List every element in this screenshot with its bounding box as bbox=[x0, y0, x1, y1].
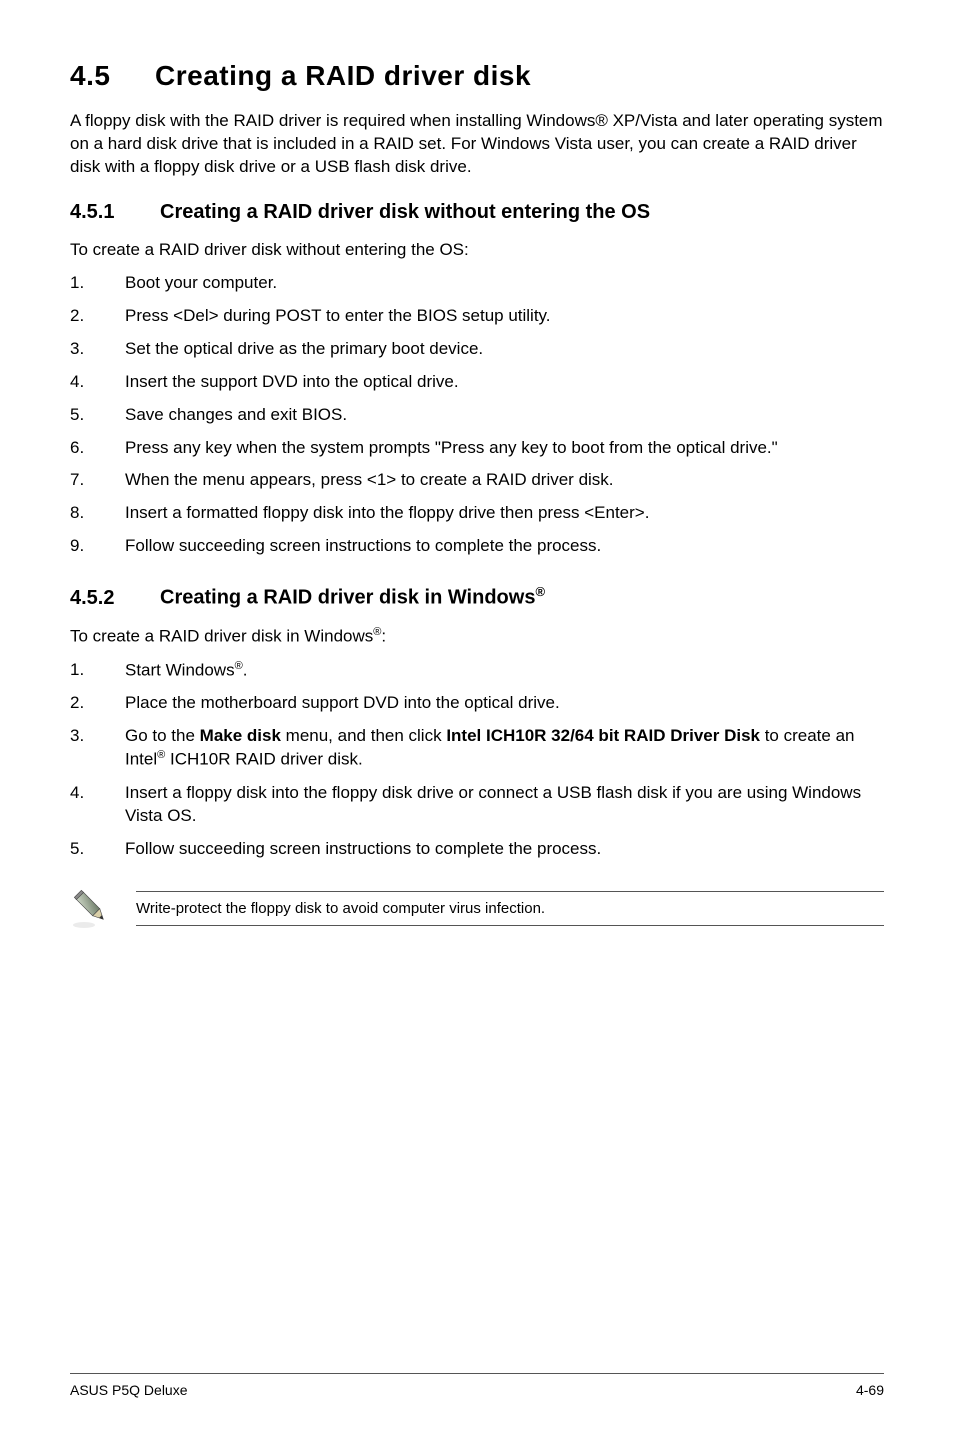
page-footer: ASUS P5Q Deluxe 4-69 bbox=[70, 1373, 884, 1398]
list-item: Press <Del> during POST to enter the BIO… bbox=[70, 305, 884, 328]
section-title: Creating a RAID driver disk bbox=[155, 60, 531, 91]
list-item: Follow succeeding screen instructions to… bbox=[70, 838, 884, 861]
note-box: Write-protect the floppy disk to avoid c… bbox=[70, 886, 884, 930]
sub2-lead-suffix: : bbox=[381, 627, 386, 646]
sub2-steps-list: Start Windows®. Place the motherboard su… bbox=[70, 659, 884, 861]
step-text: menu, and then click bbox=[281, 726, 446, 745]
sub1-lead: To create a RAID driver disk without ent… bbox=[70, 240, 884, 260]
bold-text: Make disk bbox=[200, 726, 281, 745]
footer-right: 4-69 bbox=[856, 1382, 884, 1398]
list-item: Insert a formatted floppy disk into the … bbox=[70, 502, 884, 525]
subsection-heading-2: 4.5.2Creating a RAID driver disk in Wind… bbox=[70, 584, 884, 610]
subsection-number-2: 4.5.2 bbox=[70, 587, 160, 610]
subsection-number-1: 4.5.1 bbox=[70, 201, 160, 224]
list-item: Press any key when the system prompts "P… bbox=[70, 437, 884, 460]
section-heading: 4.5Creating a RAID driver disk bbox=[70, 60, 884, 92]
registered-sup: ® bbox=[535, 584, 545, 599]
list-item: Start Windows®. bbox=[70, 659, 884, 683]
list-item: Follow succeeding screen instructions to… bbox=[70, 535, 884, 558]
list-item: Go to the Make disk menu, and then click… bbox=[70, 725, 884, 772]
subsection-title-1: Creating a RAID driver disk without ente… bbox=[160, 201, 650, 223]
footer-left: ASUS P5Q Deluxe bbox=[70, 1382, 188, 1398]
note-text: Write-protect the floppy disk to avoid c… bbox=[136, 891, 884, 926]
list-item: Insert the support DVD into the optical … bbox=[70, 371, 884, 394]
subsection-title-2-prefix: Creating a RAID driver disk in Windows bbox=[160, 587, 535, 609]
sub1-steps-list: Boot your computer. Press <Del> during P… bbox=[70, 272, 884, 558]
step-text: . bbox=[243, 660, 248, 679]
list-item: Insert a floppy disk into the floppy dis… bbox=[70, 782, 884, 828]
step-text: Start Windows bbox=[125, 660, 235, 679]
list-item: Save changes and exit BIOS. bbox=[70, 404, 884, 427]
step-text: Go to the bbox=[125, 726, 200, 745]
step-text: ICH10R RAID driver disk. bbox=[165, 750, 362, 769]
list-item: When the menu appears, press <1> to crea… bbox=[70, 469, 884, 492]
registered-sup: ® bbox=[235, 660, 243, 672]
list-item: Boot your computer. bbox=[70, 272, 884, 295]
sub2-lead-prefix: To create a RAID driver disk in Windows bbox=[70, 627, 373, 646]
list-item: Set the optical drive as the primary boo… bbox=[70, 338, 884, 361]
section-number: 4.5 bbox=[70, 60, 155, 92]
subsection-heading-1: 4.5.1Creating a RAID driver disk without… bbox=[70, 201, 884, 224]
intro-paragraph: A floppy disk with the RAID driver is re… bbox=[70, 110, 884, 179]
bold-text: Intel ICH10R 32/64 bit RAID Driver Disk bbox=[446, 726, 760, 745]
list-item: Place the motherboard support DVD into t… bbox=[70, 692, 884, 715]
sub2-lead: To create a RAID driver disk in Windows®… bbox=[70, 626, 884, 647]
pencil-icon bbox=[70, 886, 114, 930]
